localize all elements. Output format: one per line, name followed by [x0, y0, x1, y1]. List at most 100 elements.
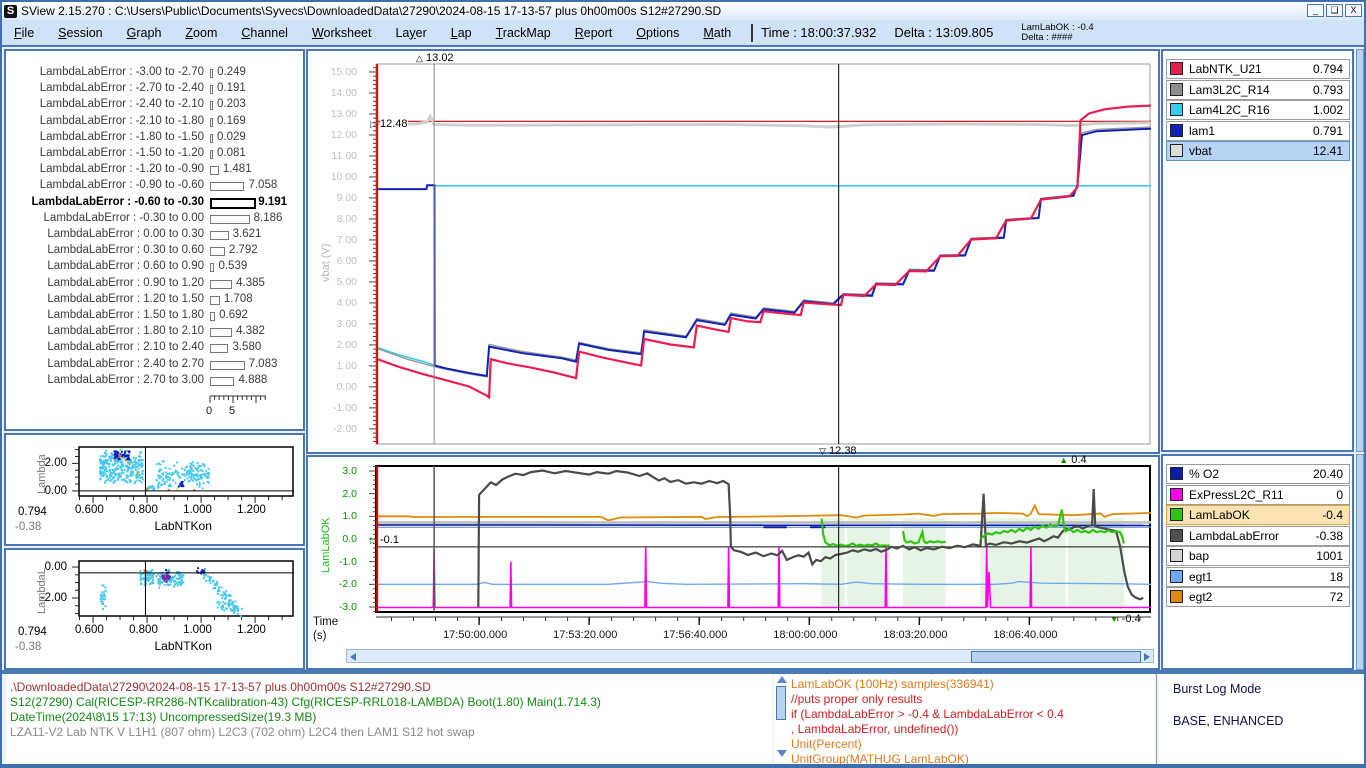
legend-row-lam1[interactable]: lam10.791 [1166, 121, 1350, 141]
restore-button[interactable]: ❏ [1326, 4, 1343, 17]
miniB-scatter-plot[interactable] [70, 561, 294, 624]
legend-bottom-scrollbar[interactable] [1356, 454, 1364, 670]
histogram-row[interactable]: LambdaLabError : -1.50 to -1.200.081 [6, 146, 303, 162]
scatter-panel-lambda[interactable]: 2.000.000.6000.8001.0001.200LabNTKonLamb… [4, 433, 305, 546]
histogram-row-label: LambdaLabError : -2.70 to -2.40 [6, 82, 204, 94]
menu-item-math[interactable]: Math [691, 26, 743, 40]
legend-color-swatch [1170, 570, 1183, 583]
main-chart-panel[interactable]: 15.0014.0013.0012.0011.0010.009.008.007.… [306, 49, 1160, 454]
histogram-bar [210, 182, 244, 191]
miniA-cursor-y-value: -0.38 [15, 521, 41, 533]
histogram-row[interactable]: LambdaLabError : -0.60 to -0.309.191 [6, 195, 303, 211]
histogram-row[interactable]: LambdaLabError : 0.00 to 0.303.621 [6, 227, 303, 243]
histogram-row[interactable]: LambdaLabError : -2.70 to -2.400.191 [6, 81, 303, 97]
legend-row-bap[interactable]: bap1001 [1166, 546, 1350, 566]
histogram-row[interactable]: LambdaLabError : -1.80 to -1.500.029 [6, 130, 303, 146]
histogram-row[interactable]: LambdaLabError : -2.40 to -2.100.203 [6, 97, 303, 113]
histogram-row-label: LambdaLabError : -1.80 to -1.50 [6, 131, 204, 143]
menu-item-layer[interactable]: Layer [383, 26, 438, 40]
histogram-row[interactable]: LambdaLabError : -3.00 to -2.700.249 [6, 65, 303, 81]
histogram-row[interactable]: LambdaLabError : 2.70 to 3.004.888 [6, 373, 303, 389]
histogram-row[interactable]: LambdaLabError : -0.90 to -0.607.058 [6, 178, 303, 194]
time-tick-label: 18:00:00.000 [773, 629, 837, 641]
lower-ytick-label: -3.0 [313, 601, 357, 613]
menu-item-options[interactable]: Options [624, 26, 691, 40]
minimize-button[interactable]: _ [1307, 4, 1324, 17]
legend-row-lam3l2c-r14[interactable]: Lam3L2C_R14 0.793 [1166, 80, 1350, 100]
legend-row-labntk-u21[interactable]: LabNTK_U210.794 [1166, 59, 1350, 79]
burst-log-mode-label: Burst Log Mode [1173, 682, 1261, 696]
histogram-row[interactable]: LambdaLabError : -2.10 to -1.800.169 [6, 114, 303, 130]
main-ytick-label: 13.00 [313, 108, 357, 120]
main-ytick-label: 1.00 [313, 360, 357, 372]
miniA-xtick-label: 0.800 [129, 504, 158, 516]
legend-row-lamlabok[interactable]: LamLabOK-0.4 [1166, 505, 1350, 525]
window-bottom-edge [2, 764, 1366, 768]
menu-item-trackmap[interactable]: TrackMap [484, 26, 563, 40]
readout-delta: Delta : #### [1021, 32, 1072, 43]
legend-channel-value: 0.793 [1313, 83, 1343, 97]
histogram-row-value: 4.888 [238, 374, 267, 386]
legend-channel-name: Lam3L2C_R14 [1189, 83, 1270, 97]
time-scrollbar[interactable] [346, 649, 1154, 663]
legend-row-lam4l2c-r16[interactable]: Lam4L2C_R161.002 [1166, 100, 1350, 120]
main-max-marker: △ 13.02 [416, 52, 454, 64]
histogram-row[interactable]: LambdaLabError : 0.30 to 0.602.792 [6, 243, 303, 259]
histogram-row-label: LambdaLabError : -2.10 to -1.80 [6, 115, 204, 127]
legend-row-egt2[interactable]: egt272 [1166, 587, 1350, 607]
legend-row-vbat[interactable]: vbat12.41 [1166, 141, 1350, 161]
lower-chart-plot[interactable] [367, 466, 1151, 612]
histogram-axis-tick-0: 0 [206, 405, 212, 417]
histogram-row[interactable]: LambdaLabError : 2.40 to 2.707.083 [6, 357, 303, 373]
title-bar[interactable]: S SView 2.15.270 : C:\Users\Public\Docum… [2, 2, 1364, 20]
menu-item-zoom[interactable]: Zoom [173, 26, 229, 40]
app-icon: S [4, 5, 17, 18]
menu-item-channel[interactable]: Channel [229, 26, 300, 40]
legend-row-egt1[interactable]: egt118 [1166, 567, 1350, 587]
menu-item-file[interactable]: File [2, 26, 46, 40]
histogram-row[interactable]: LambdaLabError : 1.80 to 2.104.382 [6, 324, 303, 340]
scroll-right-icon[interactable] [1144, 653, 1150, 661]
math-scrollbar[interactable] [776, 676, 787, 760]
status-divider-vertical [1156, 674, 1157, 764]
time-scrollbar-thumb[interactable] [971, 651, 1141, 663]
histogram-row-value: 3.580 [232, 341, 261, 353]
histogram-panel[interactable]: LambdaLabError : -3.00 to -2.700.249Lamb… [4, 49, 305, 431]
scroll-up-icon[interactable] [777, 676, 787, 683]
scroll-left-icon[interactable] [350, 653, 356, 661]
legend-row--o2[interactable]: % O220.40 [1166, 464, 1350, 484]
histogram-row[interactable]: LambdaLabError : 2.10 to 2.403.580 [6, 340, 303, 356]
miniA-xtick-label: 1.000 [183, 504, 212, 516]
lower-chart-panel[interactable]: 3.02.01.00.0-1.0-2.0-3.0▲ 0.4▼ -0.4▷ -0.… [306, 455, 1160, 670]
histogram-row[interactable]: LambdaLabError : 1.20 to 1.501.708 [6, 292, 303, 308]
menu-item-worksheet[interactable]: Worksheet [300, 26, 384, 40]
cursor-time-label: Time : 18:00:37.932 [761, 25, 876, 40]
histogram-row[interactable]: LambdaLabError : 1.50 to 1.800.692 [6, 308, 303, 324]
histogram-row-label: LambdaLabError : 1.80 to 2.10 [6, 325, 204, 337]
menu-item-lap[interactable]: Lap [439, 26, 484, 40]
legend-top-scrollbar[interactable] [1356, 49, 1364, 452]
legend-row-lambdalaberror[interactable]: LambdaLabError-0.38 [1166, 526, 1350, 546]
menu-item-session[interactable]: Session [46, 26, 114, 40]
close-button[interactable]: X [1345, 4, 1362, 17]
math-scrollbar-thumb[interactable] [776, 686, 786, 720]
scatter-panel-lambdalaberror[interactable]: 0.00-2.000.6000.8001.0001.200LabNTKonLam… [4, 548, 305, 670]
legend-row-expressl2c-r11[interactable]: ExPressL2C_R110 [1166, 485, 1350, 505]
miniA-scatter-plot[interactable] [70, 447, 294, 504]
main-chart-plot[interactable] [367, 64, 1151, 444]
histogram-row[interactable]: LambdaLabError : -0.30 to 0.008.186 [6, 211, 303, 227]
legend-channel-name: vbat [1189, 144, 1212, 158]
histogram-row-value: 1.708 [224, 293, 253, 305]
legend-channel-value: -0.4 [1322, 508, 1343, 522]
histogram-bar [210, 344, 228, 353]
histogram-row[interactable]: LambdaLabError : 0.90 to 1.204.385 [6, 276, 303, 292]
menu-item-graph[interactable]: Graph [115, 26, 174, 40]
histogram-row[interactable]: LambdaLabError : -1.20 to -0.901.481 [6, 162, 303, 178]
time-tick-label: 17:50:00.000 [443, 629, 507, 641]
histogram-bar [210, 247, 225, 256]
status-file-line: LZA11-V2 Lab NTK V L1H1 (807 ohm) L2C3 (… [10, 725, 475, 739]
histogram-row[interactable]: LambdaLabError : 0.60 to 0.900.539 [6, 259, 303, 275]
menu-item-report[interactable]: Report [563, 26, 625, 40]
scroll-down-icon[interactable] [777, 750, 787, 757]
legend-channel-name: Lam4L2C_R16 [1189, 103, 1270, 117]
